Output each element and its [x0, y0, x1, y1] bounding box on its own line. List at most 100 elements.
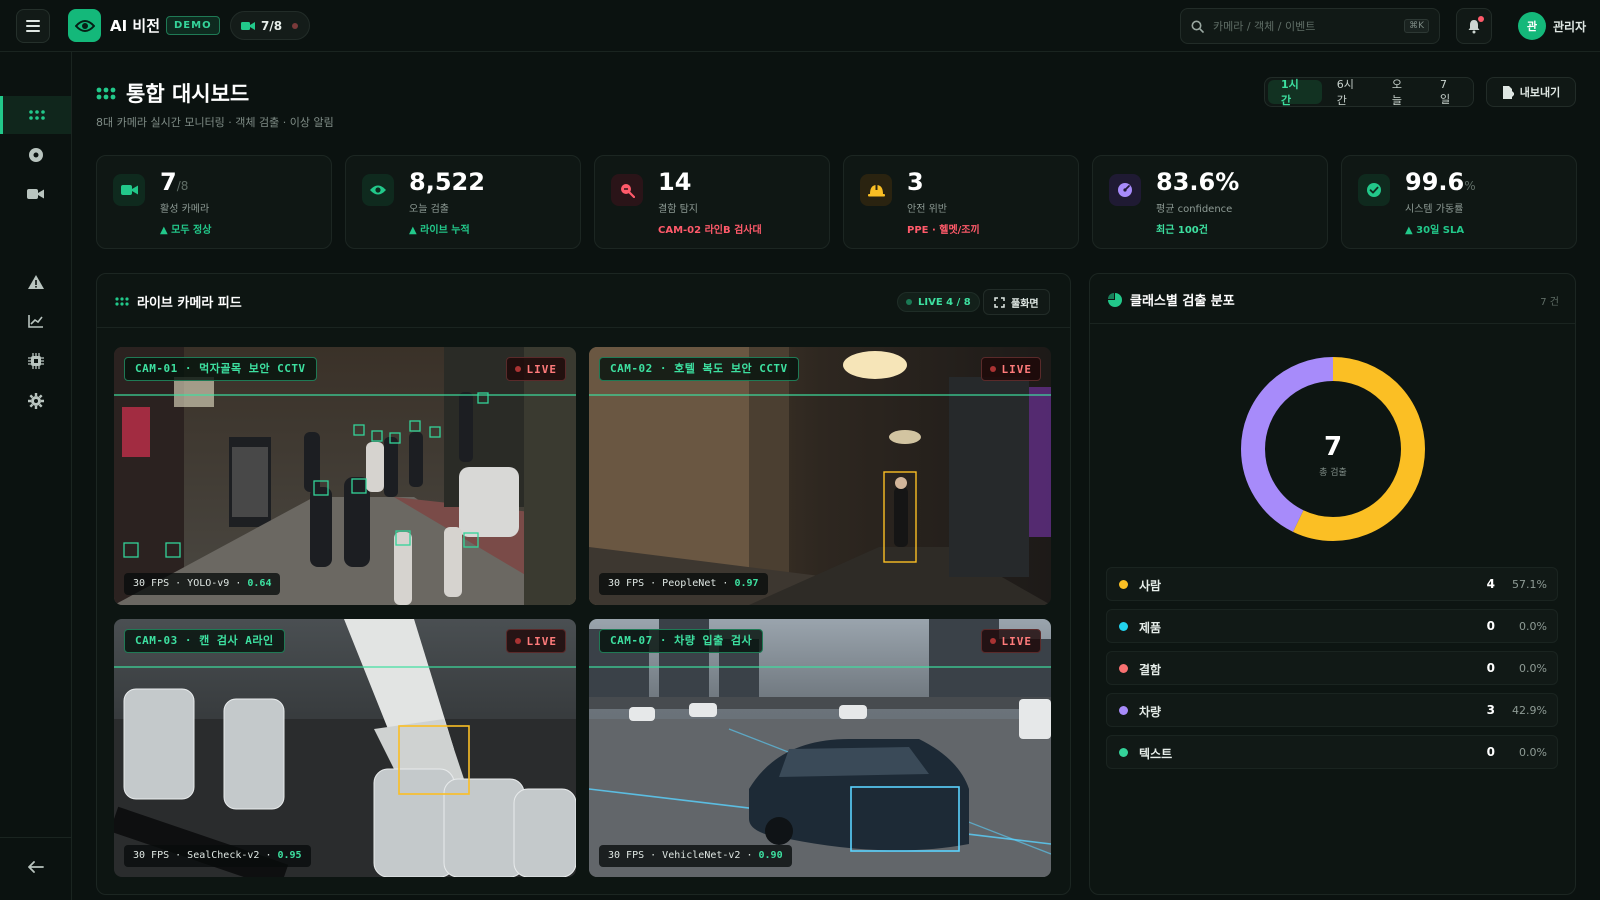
kpi-trend: ▲ 라이브 누적 [409, 225, 470, 236]
chip-icon [27, 353, 44, 369]
camera-label: CAM-01 · 먹자골목 보안 CCTV [124, 357, 317, 381]
feed-image-street [114, 347, 576, 605]
class-percent: 0.0% [1519, 620, 1547, 633]
class-row-product[interactable]: 제품 0 0.0% [1106, 609, 1558, 643]
kpi-value: 14 [658, 168, 692, 196]
class-percent: 57.1% [1512, 578, 1547, 591]
camera-feed-cam07[interactable]: CAM-07 · 차량 입출 검사 LIVE 30 FPS · VehicleN… [589, 619, 1051, 877]
sidebar-item-alerts[interactable] [0, 263, 71, 301]
kpi-value: 83.6% [1156, 168, 1240, 196]
class-count: 0 [1486, 661, 1495, 675]
sidebar-item-monitor[interactable] [0, 136, 71, 174]
class-row-defect[interactable]: 결함 0 0.0% [1106, 651, 1558, 685]
kpi-defects[interactable]: 14 결함 탐지 CAM-02 라인B 검사대 [594, 155, 830, 249]
export-label: 내보내기 [1519, 86, 1561, 99]
kpi-icon-wrap [611, 174, 643, 206]
class-percent: 42.9% [1512, 704, 1547, 717]
user-name[interactable]: 관리자 [1553, 18, 1586, 35]
class-count: 4 [1486, 577, 1495, 591]
class-color-dot [1119, 580, 1128, 589]
camera-count: 7/8 [261, 18, 283, 33]
defect-search-icon [620, 183, 635, 198]
kpi-uptime[interactable]: 99.6% 시스템 가동률 ▲ 30일 SLA [1341, 155, 1577, 249]
kpi-avg-confidence[interactable]: 83.6% 평균 confidence 최근 100건 [1092, 155, 1328, 249]
class-name: 사람 [1139, 579, 1162, 593]
donut-total: 7 [1324, 432, 1342, 462]
class-color-dot [1119, 622, 1128, 631]
class-row-text[interactable]: 텍스트 0 0.0% [1106, 735, 1558, 769]
kpi-trend: CAM-02 라인B 검사대 [658, 225, 762, 236]
kpi-value: 3 [907, 168, 924, 196]
range-option-today[interactable]: 오늘 [1379, 78, 1425, 107]
donut-chart: 7 총 검출 [1241, 357, 1425, 541]
kpi-label: 평균 confidence [1156, 204, 1233, 215]
kpi-trend: 최근 100건 [1156, 225, 1208, 236]
live-indicator: LIVE [505, 357, 566, 381]
page-title-group: 통합 대시보드 [96, 78, 249, 108]
top-bar: AI 비전 DEMO 7/8 ⌘K 관 관리자 [0, 0, 1600, 52]
search-input[interactable] [1213, 19, 1396, 33]
notifications-button[interactable] [1456, 8, 1492, 44]
brand-logo[interactable] [68, 9, 101, 42]
grid-dots-icon [96, 87, 116, 99]
panel-header: 클래스별 검출 분포 7 건 [1090, 274, 1575, 324]
class-name: 차량 [1139, 705, 1162, 719]
class-name: 제품 [1139, 621, 1162, 635]
status-dot [292, 22, 299, 29]
demo-badge: DEMO [166, 16, 220, 35]
fullscreen-button[interactable]: 풀화면 [983, 289, 1050, 315]
pie-chart-icon [1108, 292, 1122, 307]
kpi-trend: ▲ 30일 SLA [1405, 225, 1465, 236]
kpi-trend: ▲ 모두 정상 [160, 225, 212, 236]
range-option-1h[interactable]: 1시간 [1268, 78, 1322, 107]
grid-dots-icon [29, 110, 45, 120]
sidebar-item-models[interactable] [0, 342, 71, 380]
class-row-person[interactable]: 사람 4 57.1% [1106, 567, 1558, 601]
notification-badge [1478, 16, 1484, 22]
sidebar-item-dashboard[interactable] [0, 96, 71, 134]
camera-label: CAM-03 · 캔 검사 A라인 [124, 629, 285, 653]
range-option-7d[interactable]: 7일 [1427, 78, 1470, 106]
brand-name: AI 비전 [110, 17, 161, 35]
arrow-left-icon [27, 861, 44, 873]
camera-feed-cam03[interactable]: CAM-03 · 캔 검사 A라인 LIVE 30 FPS · SealChec… [114, 619, 576, 877]
kpi-label: 오늘 검출 [409, 204, 449, 215]
class-color-dot [1119, 748, 1128, 757]
camera-feed-cam01[interactable]: CAM-01 · 먹자골목 보안 CCTV LIVE 30 FPS · YOLO… [114, 347, 576, 605]
export-doc-icon [1502, 85, 1514, 99]
video-camera-icon [27, 189, 44, 199]
class-count: 3 [1486, 703, 1495, 717]
class-row-vehicle[interactable]: 차량 3 42.9% [1106, 693, 1558, 727]
camera-icon [120, 185, 138, 195]
fps-model-info: 30 FPS · YOLO-v9 · 0.64 [124, 573, 281, 595]
kpi-today-detections[interactable]: 8,522 오늘 검출 ▲ 라이브 누적 [345, 155, 581, 249]
menu-button[interactable] [16, 9, 50, 43]
sidebar-item-settings[interactable] [0, 382, 71, 420]
gauge-icon [1118, 183, 1132, 197]
kpi-safety-violations[interactable]: 3 안전 위반 PPE · 헬멧/조끼 [843, 155, 1079, 249]
sidebar-divider [0, 837, 71, 838]
sidebar-item-cameras[interactable] [0, 175, 71, 213]
sidebar-item-analytics[interactable] [0, 302, 71, 340]
kpi-icon-wrap [362, 174, 394, 206]
search-box[interactable]: ⌘K [1180, 8, 1440, 44]
kpi-active-cameras[interactable]: 7/8 활성 카메라 ▲ 모두 정상 [96, 155, 332, 249]
range-option-6h[interactable]: 6시간 [1324, 78, 1377, 107]
avatar[interactable]: 관 [1518, 12, 1546, 40]
kpi-value: 99.6% [1405, 168, 1476, 196]
sidebar [0, 52, 72, 900]
live-feed-panel: 라이브 카메라 피드 LIVE 4 / 8 풀화면 CAM-01 · 먹자골목 … [96, 273, 1071, 895]
eye-logo-icon [74, 19, 95, 32]
class-distribution-panel: 클래스별 검출 분포 7 건 7 총 검출 사람 4 57.1% 제품 0 0.… [1089, 273, 1576, 895]
class-percent: 0.0% [1519, 746, 1547, 759]
camera-label: CAM-07 · 차량 입출 검사 [599, 629, 764, 653]
camera-feed-cam02[interactable]: CAM-02 · 호텔 복도 보안 CCTV LIVE 30 FPS · Peo… [589, 347, 1051, 605]
sidebar-collapse-button[interactable] [0, 848, 71, 886]
warning-icon [27, 275, 44, 289]
kpi-icon-wrap [113, 174, 145, 206]
kpi-trend: PPE · 헬멧/조끼 [907, 225, 980, 236]
export-button[interactable]: 내보내기 [1486, 77, 1576, 107]
camera-status-chip[interactable]: 7/8 [230, 11, 310, 40]
feed-image-hotel-corridor [589, 347, 1051, 605]
live-indicator: LIVE [980, 629, 1041, 653]
